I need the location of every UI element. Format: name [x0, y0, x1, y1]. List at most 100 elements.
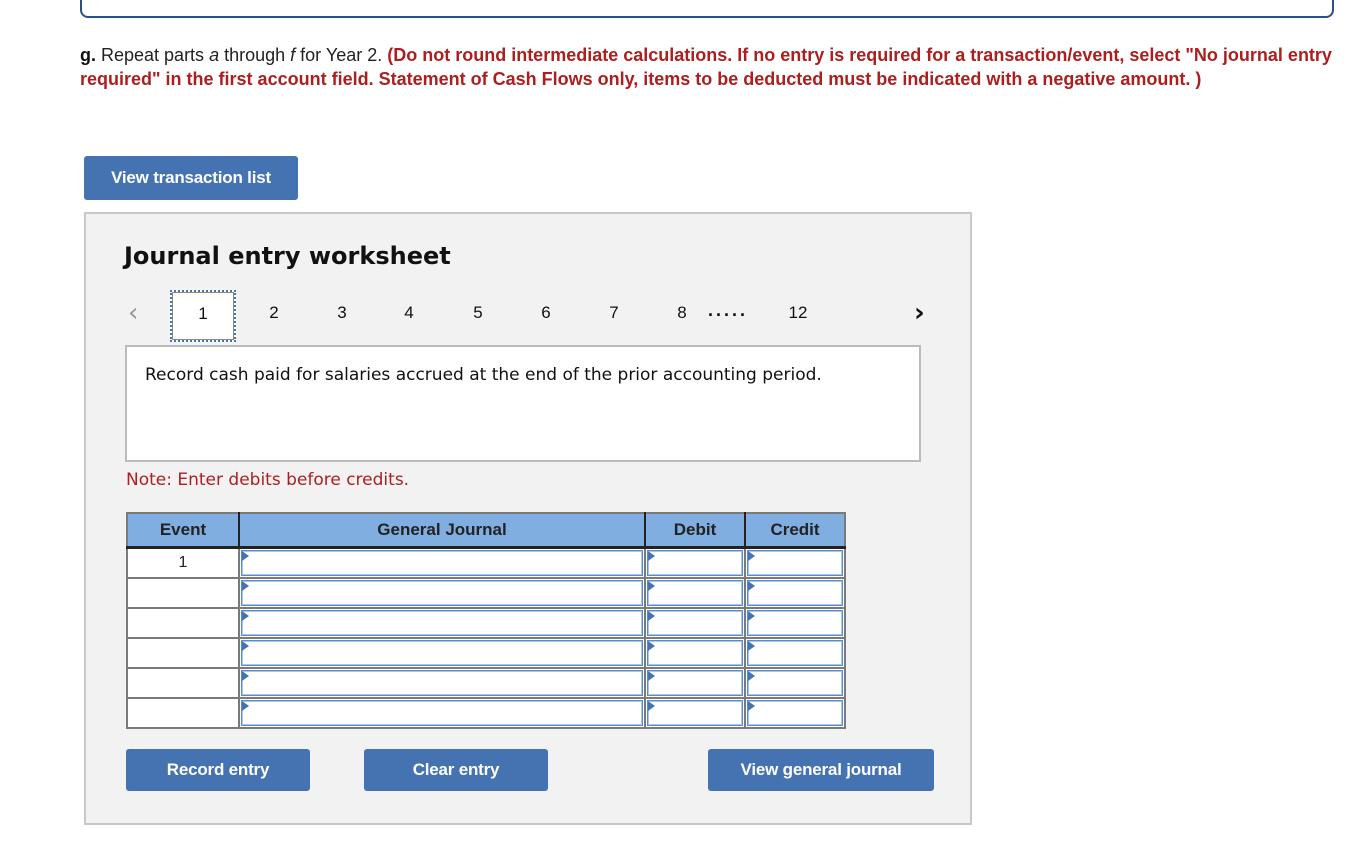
header-event: Event [127, 513, 240, 549]
credit-cell[interactable] [744, 667, 846, 699]
transaction-description-box: Record cash paid for salaries accrued at… [125, 345, 921, 462]
event-cell [126, 577, 240, 609]
next-arrow-icon[interactable]: › [914, 298, 925, 328]
input-marker-icon [242, 551, 249, 561]
debit-input[interactable] [647, 670, 743, 696]
page-12[interactable]: 12 [783, 303, 813, 323]
debit-input[interactable] [647, 640, 743, 666]
account-input[interactable] [241, 700, 643, 726]
page-3[interactable]: 3 [327, 303, 357, 323]
part-label: g. [80, 45, 96, 65]
input-marker-icon [648, 641, 655, 651]
entry-note: Note: Enter debits before credits. [126, 470, 410, 490]
account-input[interactable] [241, 580, 643, 606]
instruction-text: Repeat parts [96, 45, 210, 65]
var-a: a [209, 45, 220, 65]
debit-input[interactable] [647, 550, 743, 576]
input-marker-icon [648, 581, 655, 591]
account-input[interactable] [241, 550, 643, 576]
view-general-journal-button[interactable]: View general journal [708, 749, 934, 791]
prev-arrow-icon[interactable]: ‹ [128, 298, 138, 328]
page-2[interactable]: 2 [259, 303, 289, 323]
header-credit: Credit [745, 513, 845, 549]
debit-cell[interactable] [644, 697, 746, 729]
event-cell: 1 [126, 546, 240, 579]
input-marker-icon [242, 701, 249, 711]
instruction-text-after: for Year 2. [295, 45, 388, 65]
input-marker-icon [648, 671, 655, 681]
previous-answer-box [80, 0, 1334, 18]
table-row [126, 577, 846, 609]
view-transaction-list-button[interactable]: View transaction list [84, 156, 298, 200]
table-row [126, 637, 846, 669]
debit-cell[interactable] [644, 577, 746, 609]
event-cell [126, 637, 240, 669]
header-general-journal: General Journal [239, 513, 646, 549]
entry-pager: ‹ 1 2 3 4 5 6 7 8 ..... 12 › [86, 290, 970, 346]
table-row [126, 607, 846, 639]
input-marker-icon [748, 551, 755, 561]
credit-input[interactable] [747, 610, 843, 636]
debit-cell[interactable] [644, 637, 746, 669]
question-instructions: g. Repeat parts a through f for Year 2. … [80, 43, 1345, 91]
page-6[interactable]: 6 [531, 303, 561, 323]
credit-cell[interactable] [744, 546, 846, 579]
input-marker-icon [748, 701, 755, 711]
debit-cell[interactable] [644, 546, 746, 579]
debit-input[interactable] [647, 580, 743, 606]
credit-cell[interactable] [744, 697, 846, 729]
account-cell[interactable] [238, 577, 646, 609]
page-8[interactable]: 8 [667, 303, 697, 323]
account-cell[interactable] [238, 667, 646, 699]
worksheet-title: Journal entry worksheet [124, 242, 451, 270]
account-cell[interactable] [238, 637, 646, 669]
event-cell [126, 667, 240, 699]
input-marker-icon [242, 581, 249, 591]
transaction-description: Record cash paid for salaries accrued at… [145, 365, 822, 385]
debit-input[interactable] [647, 610, 743, 636]
page-4[interactable]: 4 [394, 303, 424, 323]
input-marker-icon [242, 671, 249, 681]
account-cell[interactable] [238, 546, 646, 579]
journal-entry-worksheet: Journal entry worksheet ‹ 1 2 3 4 5 6 7 … [84, 212, 972, 825]
table-header-row: Event General Journal Debit Credit [127, 513, 845, 549]
credit-cell[interactable] [744, 637, 846, 669]
input-marker-icon [748, 641, 755, 651]
header-debit: Debit [645, 513, 746, 549]
pager-ellipsis: ..... [708, 300, 749, 320]
input-marker-icon [242, 641, 249, 651]
account-input[interactable] [241, 640, 643, 666]
input-marker-icon [648, 611, 655, 621]
event-cell [126, 607, 240, 639]
input-marker-icon [748, 611, 755, 621]
credit-input[interactable] [747, 700, 843, 726]
credit-cell[interactable] [744, 607, 846, 639]
input-marker-icon [648, 551, 655, 561]
credit-input[interactable] [747, 580, 843, 606]
input-marker-icon [648, 701, 655, 711]
account-input[interactable] [241, 610, 643, 636]
account-input[interactable] [241, 670, 643, 696]
table-row [126, 697, 846, 729]
debit-cell[interactable] [644, 667, 746, 699]
credit-cell[interactable] [744, 577, 846, 609]
event-cell [126, 697, 240, 729]
journal-table: Event General Journal Debit Credit 1 [126, 512, 846, 729]
table-row: 1 [126, 546, 846, 579]
instruction-text-through: through [219, 45, 291, 65]
credit-input[interactable] [747, 640, 843, 666]
debit-input[interactable] [647, 700, 743, 726]
input-marker-icon [242, 611, 249, 621]
credit-input[interactable] [747, 550, 843, 576]
account-cell[interactable] [238, 607, 646, 639]
input-marker-icon [748, 671, 755, 681]
record-entry-button[interactable]: Record entry [126, 749, 310, 791]
credit-input[interactable] [747, 670, 843, 696]
account-cell[interactable] [238, 697, 646, 729]
input-marker-icon [748, 581, 755, 591]
page-5[interactable]: 5 [463, 303, 493, 323]
page-1[interactable]: 1 [170, 290, 236, 342]
clear-entry-button[interactable]: Clear entry [364, 749, 548, 791]
page-7[interactable]: 7 [599, 303, 629, 323]
debit-cell[interactable] [644, 607, 746, 639]
